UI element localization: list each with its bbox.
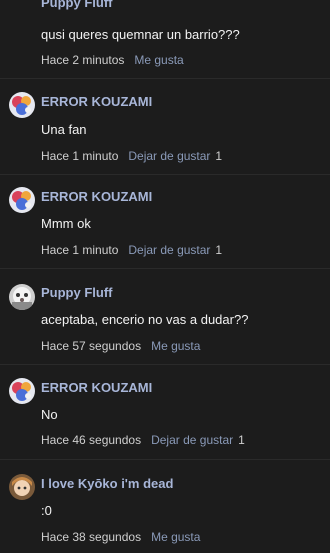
- puppy-avatar[interactable]: [9, 284, 35, 310]
- comment-author[interactable]: ERROR KOUZAMI: [41, 380, 152, 395]
- comment-author[interactable]: Puppy Fluff: [41, 285, 113, 300]
- comment-author[interactable]: ERROR KOUZAMI: [41, 94, 152, 109]
- unlike-button[interactable]: Dejar de gustar: [128, 243, 210, 257]
- unlike-button[interactable]: Dejar de gustar: [128, 149, 210, 163]
- unlike-button[interactable]: Dejar de gustar: [151, 433, 233, 447]
- divider: [0, 268, 330, 269]
- comment-time[interactable]: Hace 46 segundos: [41, 433, 141, 447]
- like-button[interactable]: Me gusta: [134, 53, 183, 67]
- comment-text: No: [41, 407, 58, 422]
- like-button[interactable]: Me gusta: [151, 339, 200, 353]
- like-button[interactable]: Me gusta: [151, 530, 200, 544]
- comment-time[interactable]: Hace 2 minutos: [41, 53, 124, 67]
- comment-time[interactable]: Hace 1 minuto: [41, 149, 118, 163]
- comment-author[interactable]: ERROR KOUZAMI: [41, 189, 152, 204]
- comment-meta: Hace 57 segundos Me gusta: [41, 339, 200, 353]
- comment-time[interactable]: Hace 1 minuto: [41, 243, 118, 257]
- comment-meta: Hace 38 segundos Me gusta: [41, 530, 200, 544]
- comment-meta: Hace 1 minuto Dejar de gustar 1: [41, 243, 222, 257]
- comment-text: qusi queres quemnar un barrio???: [41, 27, 240, 42]
- comment-author[interactable]: I love Kyōko i'm dead: [41, 476, 173, 491]
- comment-text: aceptaba, encerio no vas a dudar??: [41, 312, 249, 327]
- comment-text: Mmm ok: [41, 216, 91, 231]
- comment-text: Una fan: [41, 122, 87, 137]
- comment-author[interactable]: Puppy Fluff: [41, 0, 113, 10]
- error-avatar[interactable]: [9, 378, 35, 404]
- comment-meta: Hace 46 segundos Dejar de gustar 1: [41, 433, 245, 447]
- like-count: 1: [215, 243, 223, 257]
- error-avatar[interactable]: [9, 187, 35, 213]
- comment-text: :0: [41, 503, 52, 518]
- divider: [0, 364, 330, 365]
- divider: [0, 459, 330, 460]
- error-avatar[interactable]: [9, 92, 35, 118]
- divider: [0, 174, 330, 175]
- comment-meta: Hace 1 minuto Dejar de gustar 1: [41, 149, 222, 163]
- divider: [0, 78, 330, 79]
- like-count: 1: [215, 149, 223, 163]
- like-count: 1: [238, 433, 245, 447]
- comment-time[interactable]: Hace 38 segundos: [41, 530, 141, 544]
- comment-meta: Hace 2 minutos Me gusta: [41, 53, 184, 67]
- comment-time[interactable]: Hace 57 segundos: [41, 339, 141, 353]
- kyoko-avatar[interactable]: [9, 474, 35, 500]
